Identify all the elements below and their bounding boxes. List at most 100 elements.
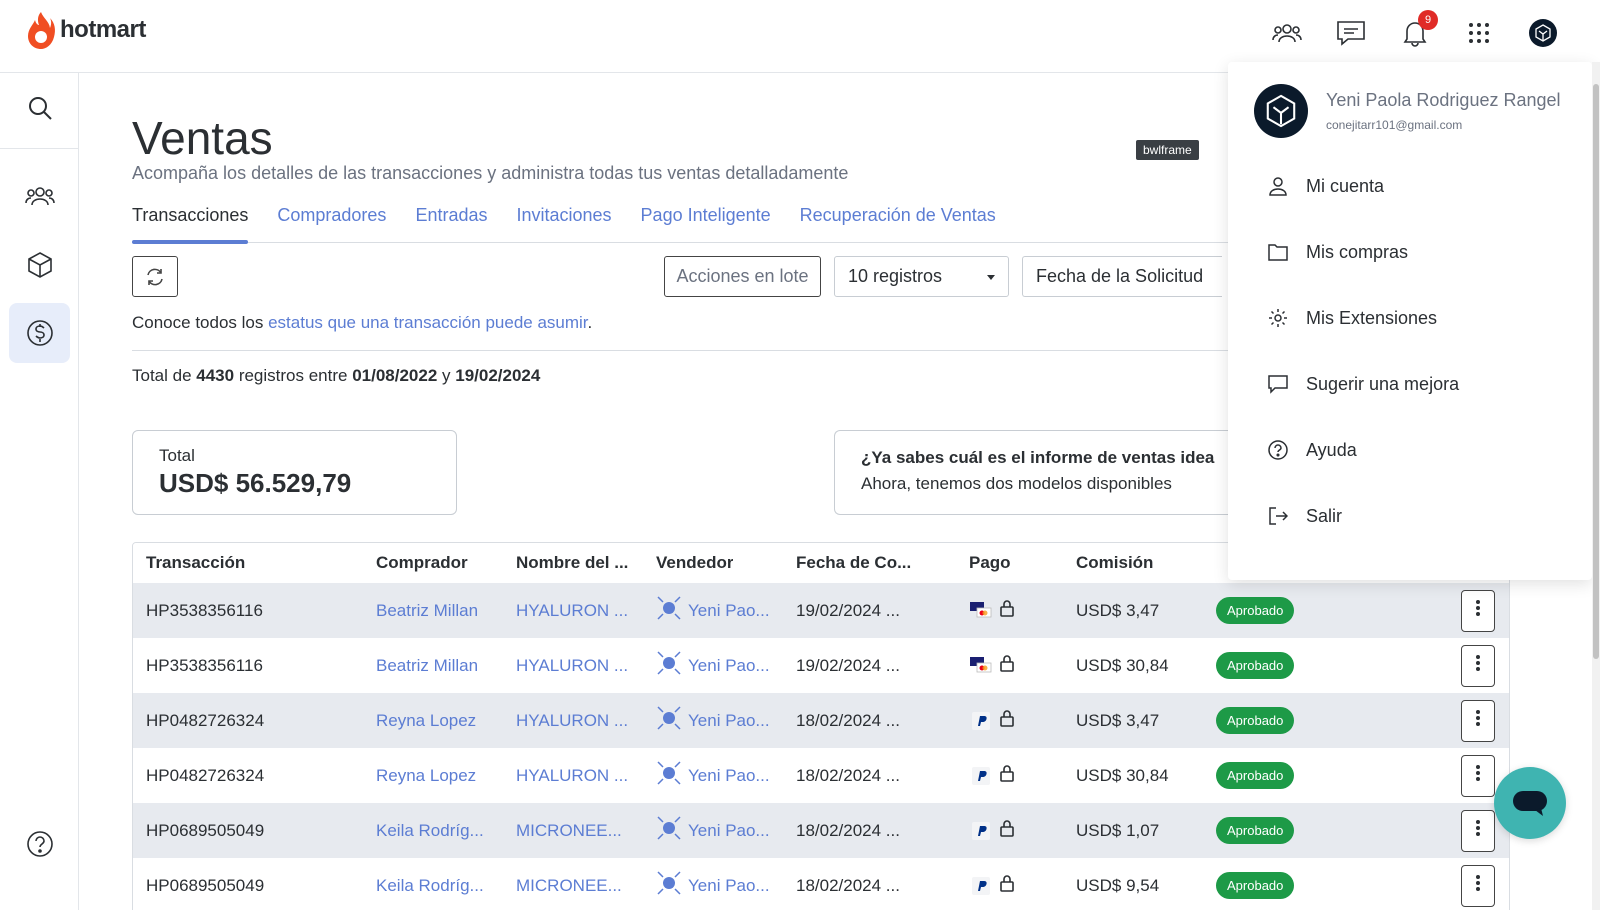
table-row: HP0482726324 Reyna Lopez HYALURON ... A Yeni… [133, 748, 1509, 803]
status-info-link[interactable]: estatus que una transacción puede asumir [268, 313, 587, 332]
seller-link[interactable]: A Yeni Pao... [656, 870, 770, 901]
menu-item-label: Salir [1306, 505, 1343, 526]
user-icon [1266, 174, 1290, 198]
page-title: Ventas [132, 112, 273, 164]
row-menu-button[interactable] [1461, 644, 1495, 687]
tab-pago-inteligente[interactable]: Pago Inteligente [641, 203, 771, 243]
seller-link[interactable]: A Yeni Pao... [656, 705, 770, 736]
row-menu-button[interactable] [1461, 699, 1495, 742]
help-icon[interactable] [9, 814, 70, 874]
tooltip: bwlframe [1136, 140, 1199, 160]
product-link[interactable]: HYALURON ... [516, 601, 628, 621]
seller-link[interactable]: A Yeni Pao... [656, 595, 770, 626]
total-card: Total USD$ 56.529,79 [132, 430, 457, 515]
seller-name: Yeni Pao... [688, 820, 770, 840]
refresh-icon [147, 268, 163, 285]
row-menu-button[interactable] [1461, 754, 1495, 797]
tab-invitaciones[interactable]: Invitaciones [516, 203, 611, 243]
product-link[interactable]: HYALURON ... [516, 656, 628, 676]
col-header-producto[interactable]: Nombre del ... [516, 553, 628, 573]
date-filter-select[interactable]: Fecha de la Solicitud [1022, 256, 1222, 297]
summary-text: registros entre [234, 366, 353, 385]
avatar [1254, 84, 1308, 138]
col-header-vendedor[interactable]: Vendedor [656, 553, 733, 573]
menu-item-sugerir-mejora[interactable]: Sugerir una mejora [1266, 369, 1459, 399]
buyer-link[interactable]: Beatriz Millan [376, 656, 478, 676]
affiliate-icon: A [656, 760, 682, 791]
purchase-date: 19/02/2024 ... [796, 655, 900, 675]
col-header-fecha[interactable]: Fecha de Co... [796, 553, 911, 573]
buyer-link[interactable]: Beatriz Millan [376, 601, 478, 621]
row-menu-button[interactable] [1461, 809, 1495, 852]
status-badge-wrap: Aprobado [1216, 762, 1295, 789]
tab-transacciones[interactable]: Transacciones [132, 203, 249, 244]
menu-item-mi-cuenta[interactable]: Mi cuenta [1266, 171, 1384, 201]
tab-recuperacion-ventas[interactable]: Recuperación de Ventas [800, 203, 996, 243]
user-avatar-button[interactable] [1526, 16, 1560, 50]
report-promo-card[interactable]: ¿Ya sabes cuál es el informe de ventas i… [834, 430, 1234, 515]
seller-link[interactable]: A Yeni Pao... [656, 760, 770, 791]
apps-grid-icon[interactable] [1462, 16, 1496, 50]
bell-icon[interactable]: 9 [1398, 10, 1438, 50]
sidebar-divider [0, 148, 79, 149]
lock-icon [999, 709, 1015, 732]
product-link[interactable]: HYALURON ... [516, 711, 628, 731]
paypal-icon [969, 876, 993, 896]
scrollbar[interactable] [1592, 62, 1600, 910]
bulk-actions-button[interactable]: Acciones en lote [664, 256, 821, 297]
buyer-link[interactable]: Reyna Lopez [376, 711, 476, 731]
sidebar-item-people[interactable] [9, 166, 70, 226]
product-link[interactable]: MICRONEE... [516, 876, 622, 896]
menu-item-ayuda[interactable]: Ayuda [1266, 435, 1357, 465]
menu-item-mis-compras[interactable]: Mis compras [1266, 237, 1408, 267]
credit-card-icon [969, 601, 993, 621]
menu-item-mis-extensiones[interactable]: Mis Extensiones [1266, 303, 1437, 333]
page-size-value: 10 registros [848, 266, 943, 286]
row-menu-button[interactable] [1461, 589, 1495, 632]
commission: USD$ 3,47 [1076, 710, 1160, 730]
lock-icon [999, 654, 1015, 677]
search-icon[interactable] [9, 78, 70, 138]
summary-text: Total de [132, 366, 197, 385]
lock-icon [999, 599, 1015, 622]
col-header-pago[interactable]: Pago [969, 553, 1011, 573]
row-actions [1461, 644, 1495, 687]
tab-entradas[interactable]: Entradas [415, 203, 487, 243]
lock-icon [999, 819, 1015, 842]
seller-link[interactable]: A Yeni Pao... [656, 650, 770, 681]
people-icon[interactable] [1270, 16, 1304, 50]
page-size-select[interactable]: 10 registros [834, 256, 1009, 297]
product-link[interactable]: HYALURON ... [516, 766, 628, 786]
svg-text:A: A [666, 824, 672, 834]
buyer-link[interactable]: Reyna Lopez [376, 766, 476, 786]
paypal-icon [969, 766, 993, 786]
product-link[interactable]: MICRONEE... [516, 821, 622, 841]
chat-icon[interactable] [1334, 16, 1368, 50]
tab-compradores[interactable]: Compradores [277, 203, 386, 243]
buyer-link[interactable]: Keila Rodríg... [376, 876, 484, 896]
chat-support-button[interactable] [1494, 767, 1566, 839]
affiliate-icon: A [656, 650, 682, 681]
row-menu-button[interactable] [1461, 864, 1495, 907]
status-badge: Aprobado [1216, 707, 1295, 734]
hotmart-logo[interactable]: hotmart [26, 10, 146, 50]
refresh-button[interactable] [132, 256, 178, 297]
col-header-transaccion[interactable]: Transacción [146, 553, 245, 573]
lock-icon [999, 874, 1015, 897]
col-header-comprador[interactable]: Comprador [376, 553, 468, 573]
table-row: HP0689505049 Keila Rodríg... MICRONEE... A Y… [133, 803, 1509, 858]
col-header-comision[interactable]: Comisión [1076, 553, 1153, 573]
gear-icon [1266, 306, 1290, 330]
sidebar-item-sales[interactable] [9, 303, 70, 363]
menu-item-salir[interactable]: Salir [1266, 501, 1342, 531]
logout-icon [1266, 504, 1290, 528]
seller-link[interactable]: A Yeni Pao... [656, 815, 770, 846]
svg-text:A: A [666, 659, 672, 669]
kebab-icon [1475, 874, 1481, 897]
menu-item-label: Sugerir una mejora [1306, 373, 1460, 394]
promo-question: ¿Ya sabes cuál es el informe de ventas i… [861, 448, 1215, 467]
sidebar-item-products[interactable] [9, 235, 70, 295]
buyer-link[interactable]: Keila Rodríg... [376, 821, 484, 841]
scrollbar-thumb[interactable] [1593, 84, 1599, 659]
status-badge: Aprobado [1216, 762, 1295, 789]
